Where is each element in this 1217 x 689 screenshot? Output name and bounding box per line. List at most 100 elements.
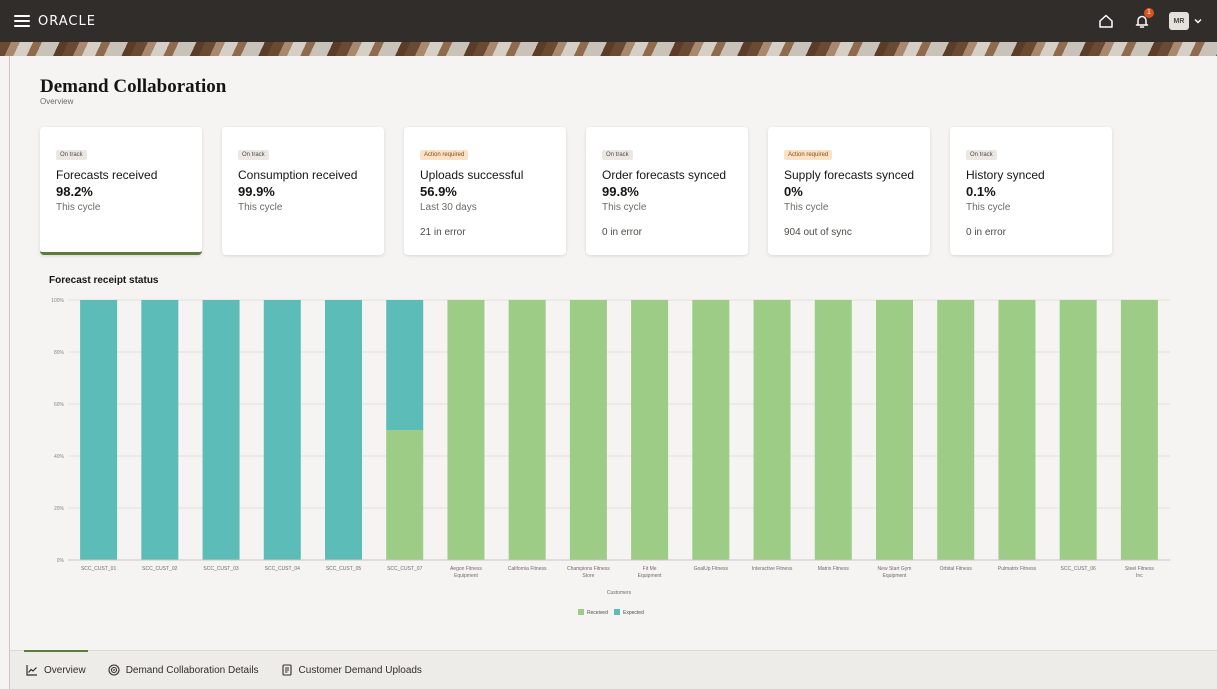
decorative-banner — [0, 42, 1217, 56]
legend-swatch — [578, 609, 584, 615]
card-label: Order forecasts synced — [602, 168, 727, 182]
x-tick-label: Steel Fitness — [1125, 566, 1154, 572]
x-tick-label: Orbital Fitness — [940, 566, 973, 572]
x-tick-label: Pulmatrix Fitness — [998, 566, 1037, 572]
bar-received — [876, 300, 913, 560]
bar-expected — [263, 300, 301, 560]
bar-expected — [386, 300, 424, 430]
x-tick-label: SCC_CUST_04 — [265, 566, 301, 572]
bar-received — [753, 300, 791, 560]
x-tick-label: Aegon Fitness — [450, 566, 482, 572]
home-icon[interactable] — [1097, 12, 1115, 30]
metric-cards: On track Forecasts received 98.2% This c… — [40, 127, 1112, 255]
x-tick-label: Store — [582, 573, 594, 579]
card-value: 99.8% — [602, 184, 639, 199]
x-tick-label: SCC_CUST_05 — [326, 566, 362, 572]
card-label: Supply forecasts synced — [784, 168, 915, 182]
card-detail: 0 in error — [602, 227, 643, 238]
forecast-receipt-chart: 0% 20% 40% 60% 80% 100% SCC_CUST_01 SCC_CUST_02… — [51, 298, 1170, 616]
x-tick-label: Fit Me — [643, 566, 657, 572]
status-badge: On track — [56, 150, 87, 160]
menu-icon[interactable] — [14, 15, 30, 27]
card-detail: 904 out of sync — [784, 227, 852, 238]
bar-received — [631, 300, 669, 560]
y-tick-label: 80% — [54, 350, 65, 356]
x-tick-label: Equipment — [883, 573, 908, 579]
x-tick-label: SCC_CUST_01 — [81, 566, 117, 572]
tab-label: Customer Demand Uploads — [298, 664, 422, 676]
card-supply-forecasts-synced[interactable]: Action required Supply forecasts synced … — [768, 127, 930, 255]
card-detail: 21 in error — [420, 227, 466, 238]
chevron-down-icon — [1194, 18, 1202, 24]
status-badge: On track — [602, 150, 633, 160]
x-tick-label: SCC_CUST_03 — [203, 566, 239, 572]
tab-demand-collaboration-details[interactable]: Demand Collaboration Details — [108, 651, 259, 689]
legend-label: Expected — [623, 610, 644, 616]
tab-label: Overview — [44, 664, 86, 676]
bar-expected — [80, 300, 118, 560]
card-period: This cycle — [784, 202, 829, 213]
card-value: 0% — [784, 184, 803, 199]
bar-received — [937, 300, 975, 560]
status-badge: Action required — [420, 150, 469, 160]
bar-expected — [202, 300, 240, 560]
bar-received — [386, 430, 424, 560]
bar-received — [569, 300, 607, 560]
notification-badge: 1 — [1144, 8, 1154, 18]
line-chart-icon — [26, 665, 37, 676]
tab-customer-demand-uploads[interactable]: Customer Demand Uploads — [281, 651, 422, 689]
bar-received — [1120, 300, 1158, 560]
oracle-logo[interactable]: ORACLE — [38, 14, 96, 29]
x-axis-label: Customers — [607, 590, 632, 596]
x-tick-label: Champions Fitness — [567, 566, 610, 572]
card-value: 99.9% — [238, 184, 275, 199]
status-badge: On track — [238, 150, 269, 160]
x-tick-label: Interactive Fitness — [752, 566, 793, 572]
legend-swatch — [614, 609, 620, 615]
x-tick-label: Equipment — [638, 573, 663, 579]
bar-expected — [325, 300, 362, 560]
card-value: 98.2% — [56, 184, 93, 199]
y-tick-label: 20% — [54, 506, 65, 512]
card-label: History synced — [966, 168, 1045, 182]
card-period: Last 30 days — [420, 202, 477, 213]
page-subtitle: Overview — [40, 97, 74, 106]
card-detail: 0 in error — [966, 227, 1007, 238]
legend-label: Received — [587, 610, 608, 616]
card-value: 56.9% — [420, 184, 457, 199]
card-label: Forecasts received — [56, 168, 158, 182]
target-icon — [108, 664, 120, 676]
card-period: This cycle — [966, 202, 1011, 213]
bar-expected — [141, 300, 179, 560]
y-tick-label: 0% — [57, 558, 65, 564]
avatar: MR — [1169, 12, 1189, 30]
card-period: This cycle — [602, 202, 647, 213]
top-navigation-bar: ORACLE 1 MR — [0, 0, 1217, 42]
bar-received — [814, 300, 852, 560]
card-order-forecasts-synced[interactable]: On track Order forecasts synced 99.8% Th… — [586, 127, 748, 255]
card-history-synced[interactable]: On track History synced 0.1% This cycle … — [950, 127, 1112, 255]
x-tick-label: SCC_CUST_02 — [142, 566, 178, 572]
card-uploads-successful[interactable]: Action required Uploads successful 56.9%… — [404, 127, 566, 255]
card-label: Uploads successful — [420, 168, 524, 182]
y-tick-label: 100% — [51, 298, 64, 304]
bell-icon[interactable]: 1 — [1133, 8, 1154, 30]
card-period: This cycle — [56, 202, 101, 213]
chart-title: Forecast receipt status — [49, 275, 159, 286]
page-title: Demand Collaboration — [40, 76, 227, 97]
user-menu[interactable]: MR — [1169, 12, 1203, 30]
tab-label: Demand Collaboration Details — [125, 664, 259, 676]
x-tick-label: GoalUp Fitness — [694, 566, 729, 572]
x-tick-label: Inc — [1136, 573, 1143, 579]
y-tick-label: 60% — [54, 402, 65, 408]
x-tick-label: SCC_CUST_06 — [1061, 566, 1097, 572]
card-forecasts-received[interactable]: On track Forecasts received 98.2% This c… — [40, 127, 202, 255]
card-label: Consumption received — [238, 168, 358, 182]
card-consumption-received[interactable]: On track Consumption received 99.9% This… — [222, 127, 384, 255]
x-tick-label: SCC_CUST_07 — [387, 566, 423, 572]
y-tick-label: 40% — [54, 454, 65, 460]
status-badge: Action required — [784, 150, 833, 160]
tab-overview[interactable]: Overview — [24, 649, 88, 689]
bar-received — [1059, 300, 1097, 560]
card-period: This cycle — [238, 202, 283, 213]
